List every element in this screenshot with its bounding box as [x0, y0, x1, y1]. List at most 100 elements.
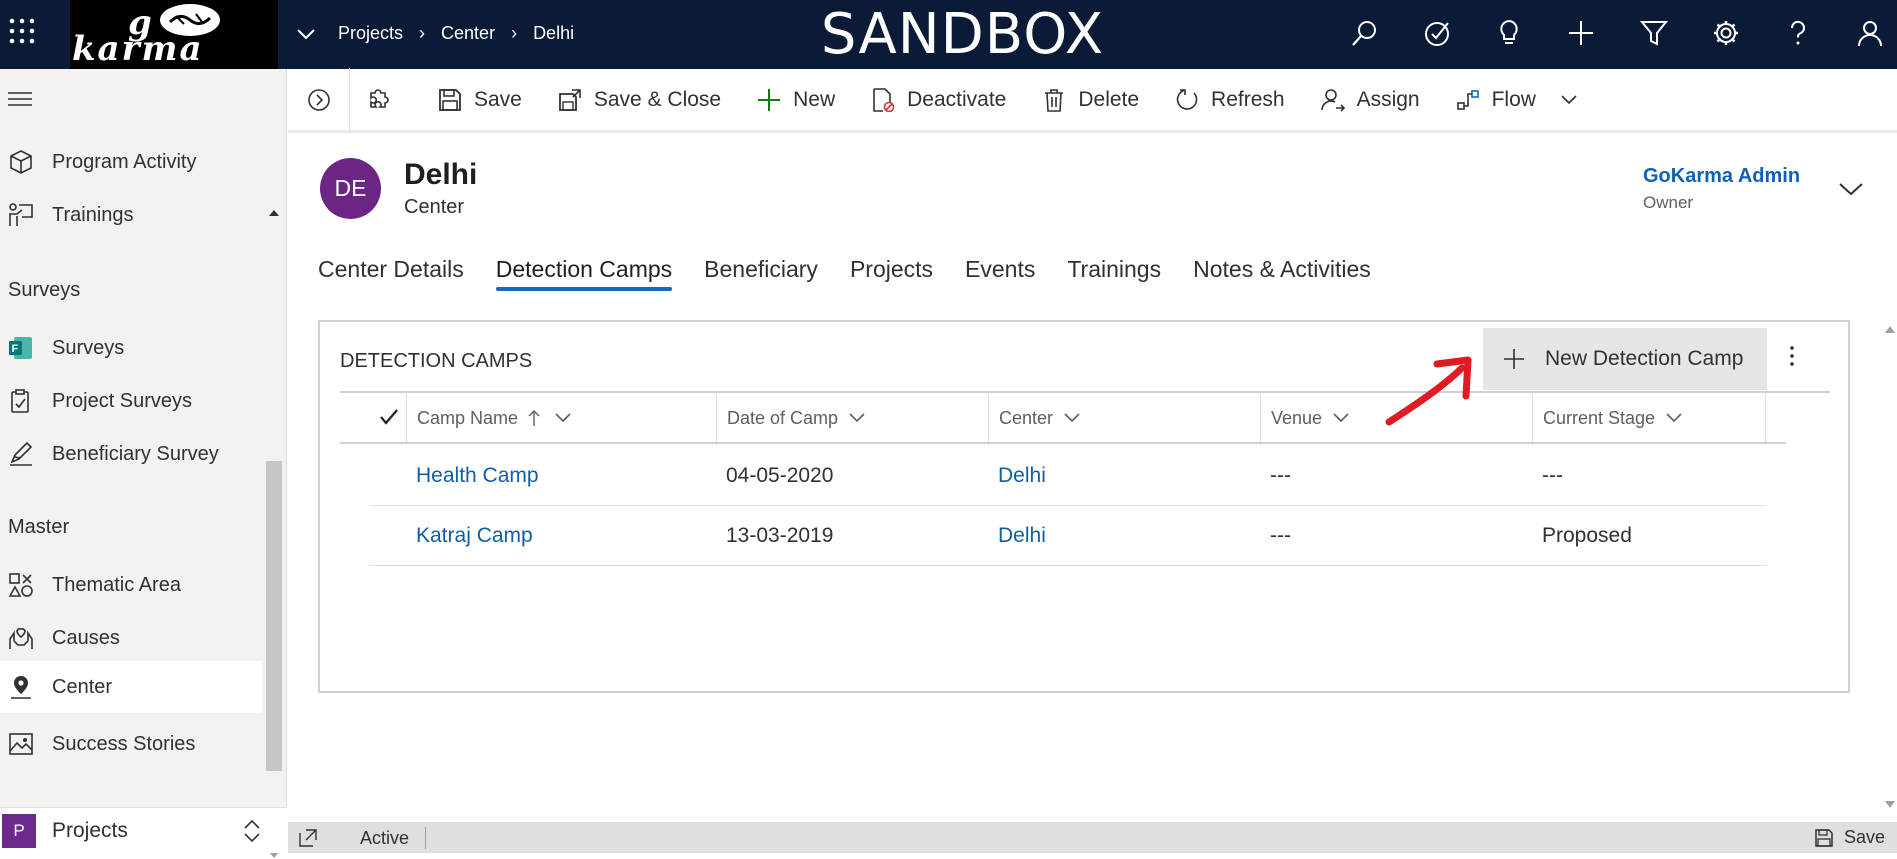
sidebar-item-label: Thematic Area: [52, 573, 181, 596]
edit-icon: [8, 441, 34, 467]
chevron-down-icon[interactable]: [1560, 94, 1578, 106]
flow-button[interactable]: Flow: [1456, 88, 1590, 112]
assign-button[interactable]: Assign: [1320, 88, 1420, 112]
user-icon[interactable]: [1855, 18, 1885, 48]
sidebar-scrollbar-thumb[interactable]: [266, 461, 282, 771]
deactivate-label: Deactivate: [907, 87, 1007, 111]
sidebar-item-label: Surveys: [52, 336, 125, 359]
deactivate-button[interactable]: Deactivate: [871, 88, 1006, 112]
column-header-center[interactable]: Center: [988, 394, 1260, 442]
sidebar-item-causes[interactable]: Causes: [0, 613, 262, 663]
breadcrumb-item-projects[interactable]: Projects: [338, 23, 403, 44]
breadcrumb: Projects › Center › Delhi: [338, 23, 574, 44]
center-link[interactable]: Delhi: [998, 524, 1046, 548]
puzzle-icon[interactable]: [350, 88, 408, 112]
sidebar-item-thematic-area[interactable]: Thematic Area: [0, 560, 262, 610]
camp-name-link[interactable]: Katraj Camp: [416, 524, 533, 548]
date-of-camp-cell: 13-03-2019: [726, 524, 834, 547]
save-icon: [1815, 828, 1833, 847]
new-detection-camp-button[interactable]: New Detection Camp: [1483, 328, 1767, 390]
sidebar-group-title: Master: [8, 516, 70, 538]
new-detection-camp-label: New Detection Camp: [1545, 347, 1744, 370]
location-icon: [8, 674, 34, 700]
scroll-up-icon[interactable]: [1884, 324, 1896, 334]
gokarma-logo[interactable]: g karma: [70, 0, 278, 69]
center-link[interactable]: Delhi: [998, 464, 1046, 488]
tab-trainings[interactable]: Trainings: [1067, 256, 1161, 291]
shapes-icon: [8, 572, 34, 598]
tab-center-details[interactable]: Center Details: [318, 256, 464, 291]
sidebar-item-label: Trainings: [52, 203, 134, 226]
assign-icon: [1320, 88, 1345, 112]
column-header-current-stage[interactable]: Current Stage: [1532, 394, 1766, 442]
search-icon[interactable]: [1350, 18, 1380, 48]
tab-events[interactable]: Events: [965, 256, 1035, 291]
breadcrumb-item-delhi[interactable]: Delhi: [533, 23, 574, 44]
command-bar: Save Save & Close New Deactivate Delete …: [288, 67, 1897, 133]
help-icon[interactable]: [1783, 18, 1813, 48]
annotation-arrow: [1382, 352, 1482, 432]
sidebar-group-title: Surveys: [8, 279, 81, 301]
more-options-icon[interactable]: [1788, 344, 1796, 368]
sidebar-item-trainings[interactable]: Trainings: [0, 190, 262, 240]
camp-name-link[interactable]: Health Camp: [416, 464, 539, 488]
select-all-checkmark-icon[interactable]: [380, 409, 398, 425]
hamburger-menu-icon[interactable]: [8, 91, 32, 107]
sidebar-item-project-surveys[interactable]: Project Surveys: [0, 376, 262, 426]
sidebar-item-label: Success Stories: [52, 732, 196, 755]
tab-projects[interactable]: Projects: [850, 256, 933, 291]
lightbulb-icon[interactable]: [1494, 18, 1524, 48]
flow-icon: [1456, 89, 1479, 110]
sidebar-item-success-stories[interactable]: Success Stories: [0, 719, 262, 769]
divider: [340, 391, 1830, 393]
task-icon[interactable]: [1422, 18, 1452, 48]
filter-icon[interactable]: [1639, 18, 1669, 48]
column-header-label: Center: [999, 407, 1054, 428]
tab-beneficiary[interactable]: Beneficiary: [704, 256, 818, 291]
footer-save-button[interactable]: Save: [1814, 827, 1885, 848]
app-launcher-icon[interactable]: [8, 17, 36, 45]
forms-icon: F: [8, 335, 34, 361]
footer-save-label: Save: [1843, 827, 1885, 847]
detection-camps-subgrid: DETECTION CAMPS New Detection Camp Camp …: [318, 320, 1850, 693]
presentation-icon: [8, 202, 34, 228]
refresh-button[interactable]: Refresh: [1175, 88, 1285, 112]
sidebar-item-program-activity[interactable]: Program Activity: [0, 137, 262, 187]
refresh-icon: [1176, 88, 1198, 110]
table-row[interactable]: Katraj Camp 13-03-2019 Delhi --- Propose…: [370, 506, 1766, 566]
plus-icon[interactable]: [1566, 18, 1596, 48]
image-icon: [8, 731, 34, 757]
breadcrumb-item-center[interactable]: Center: [441, 23, 495, 44]
new-button[interactable]: New: [757, 88, 835, 112]
area-switcher[interactable]: P Projects: [0, 807, 287, 853]
sidebar-item-surveys[interactable]: F Surveys: [0, 323, 262, 373]
owner-link[interactable]: GoKarma Admin: [1643, 165, 1800, 188]
sidebar-item-beneficiary-survey[interactable]: Beneficiary Survey: [0, 429, 262, 479]
sidebar-item-label: Project Surveys: [52, 389, 193, 412]
save-label: Save: [474, 87, 522, 111]
tab-notes-activities[interactable]: Notes & Activities: [1193, 256, 1371, 291]
clipboard-icon: [8, 388, 34, 414]
date-of-camp-cell: 04-05-2020: [726, 464, 834, 487]
chevron-down-icon[interactable]: [1838, 181, 1864, 197]
scroll-down-icon[interactable]: [1884, 800, 1896, 810]
venue-cell: ---: [1270, 524, 1291, 547]
plus-icon: [758, 88, 781, 111]
save-button[interactable]: Save: [438, 88, 522, 112]
column-header-date-of-camp[interactable]: Date of Camp: [716, 394, 988, 442]
save-close-button[interactable]: Save & Close: [558, 88, 721, 112]
page-title: Delhi: [404, 158, 478, 191]
area-label: Projects: [52, 818, 128, 842]
gear-icon[interactable]: [1711, 18, 1741, 48]
delete-button[interactable]: Delete: [1042, 88, 1139, 112]
app-switcher-chevron-icon[interactable]: [296, 28, 316, 40]
expand-form-icon[interactable]: [288, 67, 350, 132]
sidebar-item-label: Center: [52, 675, 113, 698]
svg-text:F: F: [12, 343, 19, 355]
column-header-camp-name[interactable]: Camp Name: [406, 394, 716, 442]
open-in-new-window-icon[interactable]: [298, 828, 318, 848]
sidebar-item-center[interactable]: Center: [0, 661, 262, 713]
tab-detection-camps[interactable]: Detection Camps: [495, 256, 673, 291]
table-row[interactable]: Health Camp 04-05-2020 Delhi --- ---: [370, 446, 1766, 506]
save-close-icon: [558, 88, 581, 111]
